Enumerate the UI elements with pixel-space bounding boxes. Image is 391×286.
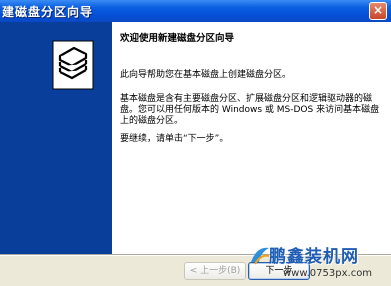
wizard-continue-text: 要继续，请单击“下一步”。 [120, 134, 229, 144]
disk-stack-icon [52, 40, 94, 90]
close-icon: × [372, 3, 384, 17]
wizard-explanation-text: 基本磁盘是含有主要磁盘分区、扩展磁盘分区和逻辑驱动器的磁盘。您可以用任何版本的 … [120, 94, 380, 126]
watermark-brand: 鹏鑫装机网 [269, 247, 359, 267]
watermark-url: www.0753px.com [283, 268, 373, 279]
title-bar[interactable]: 建磁盘分区向导 × [0, 0, 391, 22]
window-title: 建磁盘分区向导 [2, 5, 94, 19]
watermark-logo-icon [251, 247, 270, 265]
wizard-side-banner [0, 22, 112, 254]
site-watermark: 鹏鑫装机网 www.0753px.com [249, 242, 389, 286]
back-button[interactable]: < 上一步(B) [184, 262, 246, 280]
close-button[interactable]: × [369, 2, 387, 20]
wizard-intro-text: 此向导帮助您在基本磁盘上创建磁盘分区。 [120, 70, 292, 80]
wizard-content: 欢迎使用新建磁盘分区向导 此向导帮助您在基本磁盘上创建磁盘分区。 基本磁盘是含有… [112, 22, 391, 254]
wizard-heading: 欢迎使用新建磁盘分区向导 [120, 33, 235, 44]
